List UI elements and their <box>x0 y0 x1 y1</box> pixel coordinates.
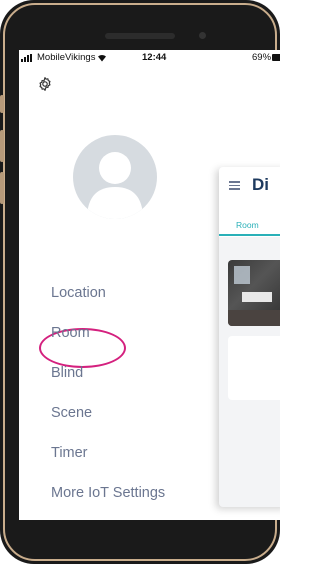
avatar[interactable] <box>73 135 157 219</box>
status-bar: MobileVikings 12:44 69% <box>19 50 280 66</box>
battery-percent: 69% <box>252 52 272 63</box>
carrier-name: MobileVikings <box>37 52 96 63</box>
phone-frame: MobileVikings 12:44 69% Location Room Bl… <box>0 0 280 564</box>
room-card[interactable] <box>228 336 280 400</box>
volume-up-button <box>0 130 4 162</box>
photo-sink <box>242 292 272 302</box>
volume-down-button <box>0 172 4 204</box>
main-panel-header: Di <box>219 167 280 207</box>
sidebar-item-blind[interactable]: Blind <box>51 362 83 384</box>
sidebar-item-room[interactable]: Room <box>51 322 90 344</box>
signal-icon <box>21 54 35 62</box>
wifi-icon <box>98 54 106 62</box>
sidebar-item-scene[interactable]: Scene <box>51 402 92 424</box>
status-time: 12:44 <box>142 52 167 63</box>
main-panel-tabs: Room <box>219 207 280 237</box>
hamburger-icon[interactable] <box>229 181 240 190</box>
front-camera <box>199 32 206 39</box>
gear-icon[interactable] <box>37 76 53 92</box>
mute-switch <box>0 95 4 113</box>
tab-underline <box>219 234 280 236</box>
main-panel[interactable]: Di Room <box>219 167 280 507</box>
sidebar-item-more-iot-settings[interactable]: More IoT Settings <box>51 482 165 504</box>
user-placeholder-icon <box>87 152 143 219</box>
tab-room[interactable]: Room <box>236 220 259 230</box>
screen: MobileVikings 12:44 69% Location Room Bl… <box>19 50 280 520</box>
sidebar-item-timer[interactable]: Timer <box>51 442 88 464</box>
speaker-grille <box>105 33 175 39</box>
room-photo[interactable] <box>228 260 280 326</box>
sidebar-item-location[interactable]: Location <box>51 282 106 304</box>
photo-window <box>234 266 250 284</box>
battery-icon <box>272 54 280 61</box>
main-panel-title: Di <box>252 175 269 194</box>
photo-floor <box>228 310 280 326</box>
